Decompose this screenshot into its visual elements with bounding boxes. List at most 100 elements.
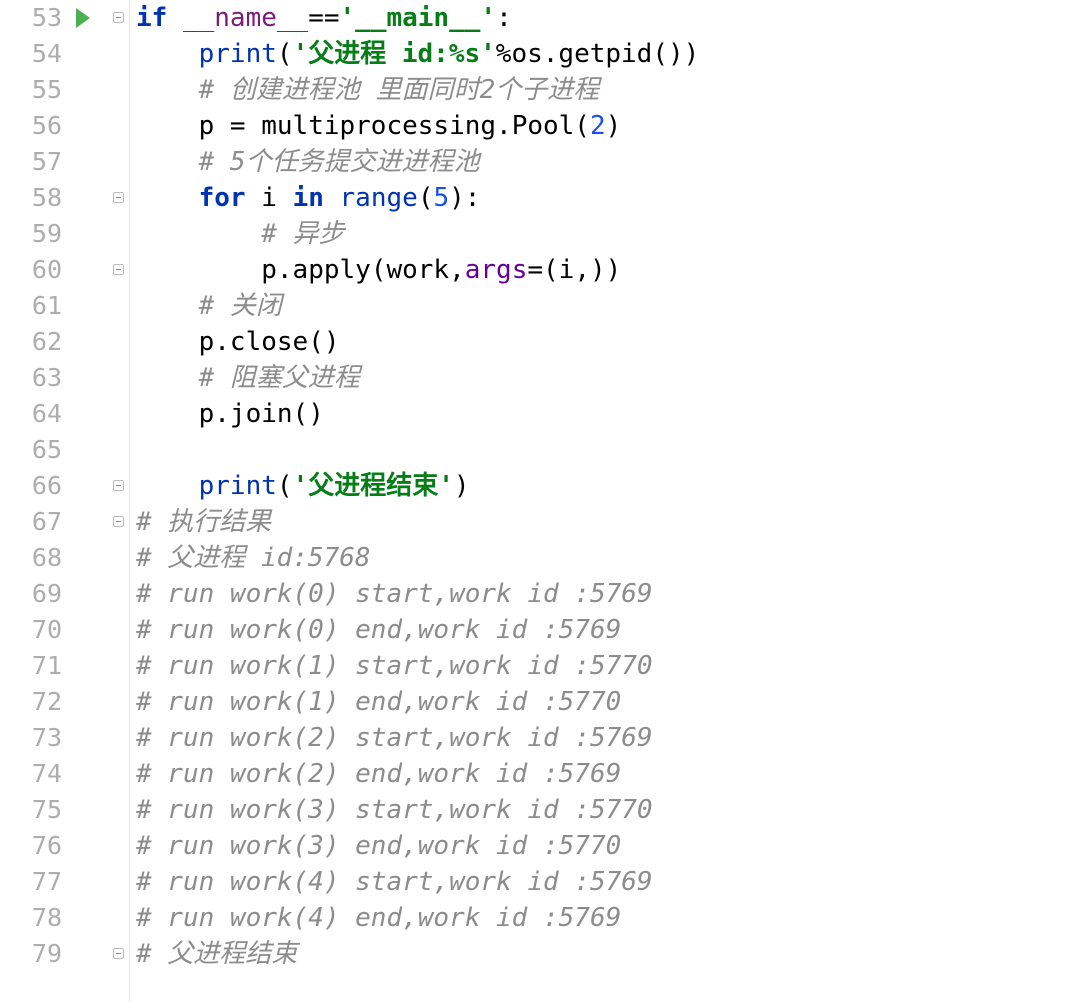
code-line[interactable]: # run work(3) start,work id :5770 <box>136 792 1072 828</box>
run-marker-slot <box>70 360 110 396</box>
code-line[interactable]: # 父进程 id:5768 <box>136 540 1072 576</box>
fold-slot <box>110 36 129 72</box>
code-token: args <box>465 255 528 285</box>
fold-slot <box>110 72 129 108</box>
indent <box>136 471 199 501</box>
line-number[interactable]: 57 <box>0 144 62 180</box>
indent <box>136 75 199 105</box>
line-number[interactable]: 65 <box>0 432 62 468</box>
code-line[interactable]: # 阻塞父进程 <box>136 360 1072 396</box>
code-token: range <box>340 183 418 213</box>
fold-end-icon[interactable] <box>113 264 124 275</box>
line-number[interactable]: 53 <box>0 0 62 36</box>
run-marker-slot <box>70 684 110 720</box>
fold-end-icon[interactable] <box>113 480 124 491</box>
code-line[interactable]: # run work(4) start,work id :5769 <box>136 864 1072 900</box>
code-token: '__main__' <box>340 3 497 33</box>
run-marker-slot <box>70 108 110 144</box>
code-token: ): <box>449 183 480 213</box>
code-line[interactable]: p = multiprocessing.Pool(2) <box>136 108 1072 144</box>
code-line[interactable]: p.apply(work,args=(i,)) <box>136 252 1072 288</box>
code-line[interactable]: # 执行结果 <box>136 504 1072 540</box>
line-number[interactable]: 55 <box>0 72 62 108</box>
fold-slot <box>110 792 129 828</box>
run-marker-slot <box>70 792 110 828</box>
code-line[interactable]: if __name__=='__main__': <box>136 0 1072 36</box>
code-token: # run work(2) end,work id :5769 <box>136 759 621 789</box>
line-number[interactable]: 59 <box>0 216 62 252</box>
code-token: # run work(3) start,work id :5770 <box>136 795 653 825</box>
code-token: ) <box>606 111 622 141</box>
run-marker-slot <box>70 324 110 360</box>
code-line[interactable]: # run work(0) end,work id :5769 <box>136 612 1072 648</box>
fold-toggle-icon[interactable] <box>113 192 124 203</box>
code-line[interactable]: # run work(4) end,work id :5769 <box>136 900 1072 936</box>
code-line[interactable]: for i in range(5): <box>136 180 1072 216</box>
code-line[interactable]: # 关闭 <box>136 288 1072 324</box>
run-marker-slot <box>70 288 110 324</box>
run-marker-slot <box>70 504 110 540</box>
run-marker-slot <box>70 576 110 612</box>
line-number[interactable]: 63 <box>0 360 62 396</box>
code-line[interactable]: print('父进程结束') <box>136 468 1072 504</box>
line-number[interactable]: 58 <box>0 180 62 216</box>
line-number[interactable]: 79 <box>0 936 62 972</box>
fold-slot <box>110 648 129 684</box>
line-number[interactable]: 77 <box>0 864 62 900</box>
code-token: for <box>199 183 246 213</box>
line-number[interactable]: 67 <box>0 504 62 540</box>
code-line[interactable]: # 创建进程池 里面同时2个子进程 <box>136 72 1072 108</box>
line-number[interactable]: 72 <box>0 684 62 720</box>
line-number[interactable]: 69 <box>0 576 62 612</box>
line-number[interactable]: 73 <box>0 720 62 756</box>
code-line[interactable]: p.join() <box>136 396 1072 432</box>
line-number[interactable]: 56 <box>0 108 62 144</box>
run-marker-slot <box>70 72 110 108</box>
line-number[interactable]: 74 <box>0 756 62 792</box>
code-line[interactable]: # 5个任务提交进进程池 <box>136 144 1072 180</box>
run-marker-slot <box>70 252 110 288</box>
line-number[interactable]: 60 <box>0 252 62 288</box>
code-token: == <box>308 3 339 33</box>
fold-toggle-icon[interactable] <box>113 12 124 23</box>
line-number[interactable]: 61 <box>0 288 62 324</box>
code-editor[interactable]: 5354555657585960616263646566676869707172… <box>0 0 1072 1002</box>
line-number[interactable]: 70 <box>0 612 62 648</box>
run-icon[interactable] <box>76 8 90 28</box>
fold-slot <box>110 432 129 468</box>
fold-toggle-icon[interactable] <box>113 516 124 527</box>
run-marker-slot <box>70 864 110 900</box>
line-number-gutter[interactable]: 5354555657585960616263646566676869707172… <box>0 0 70 1002</box>
code-line[interactable]: # 父进程结束 <box>136 936 1072 972</box>
fold-slot <box>110 720 129 756</box>
fold-slot <box>110 828 129 864</box>
line-number[interactable]: 75 <box>0 792 62 828</box>
code-line[interactable]: # 异步 <box>136 216 1072 252</box>
fold-column[interactable] <box>110 0 130 1002</box>
line-number[interactable]: 64 <box>0 396 62 432</box>
code-line[interactable]: # run work(1) end,work id :5770 <box>136 684 1072 720</box>
code-line[interactable]: # run work(2) start,work id :5769 <box>136 720 1072 756</box>
code-line[interactable]: # run work(1) start,work id :5770 <box>136 648 1072 684</box>
code-area[interactable]: if __name__=='__main__': print('父进程 id:%… <box>130 0 1072 1002</box>
fold-end-icon[interactable] <box>113 948 124 959</box>
line-number[interactable]: 62 <box>0 324 62 360</box>
line-number[interactable]: 66 <box>0 468 62 504</box>
line-number[interactable]: 76 <box>0 828 62 864</box>
fold-slot <box>110 936 129 972</box>
fold-slot <box>110 144 129 180</box>
code-line[interactable]: print('父进程 id:%s'%os.getpid()) <box>136 36 1072 72</box>
code-line[interactable]: # run work(3) end,work id :5770 <box>136 828 1072 864</box>
code-line[interactable]: # run work(2) end,work id :5769 <box>136 756 1072 792</box>
line-number[interactable]: 71 <box>0 648 62 684</box>
line-number[interactable]: 54 <box>0 36 62 72</box>
code-line[interactable] <box>136 432 1072 468</box>
run-marker-column[interactable] <box>70 0 110 1002</box>
fold-slot <box>110 180 129 216</box>
line-number[interactable]: 68 <box>0 540 62 576</box>
run-marker-slot <box>70 756 110 792</box>
fold-slot <box>110 756 129 792</box>
code-line[interactable]: # run work(0) start,work id :5769 <box>136 576 1072 612</box>
line-number[interactable]: 78 <box>0 900 62 936</box>
code-line[interactable]: p.close() <box>136 324 1072 360</box>
